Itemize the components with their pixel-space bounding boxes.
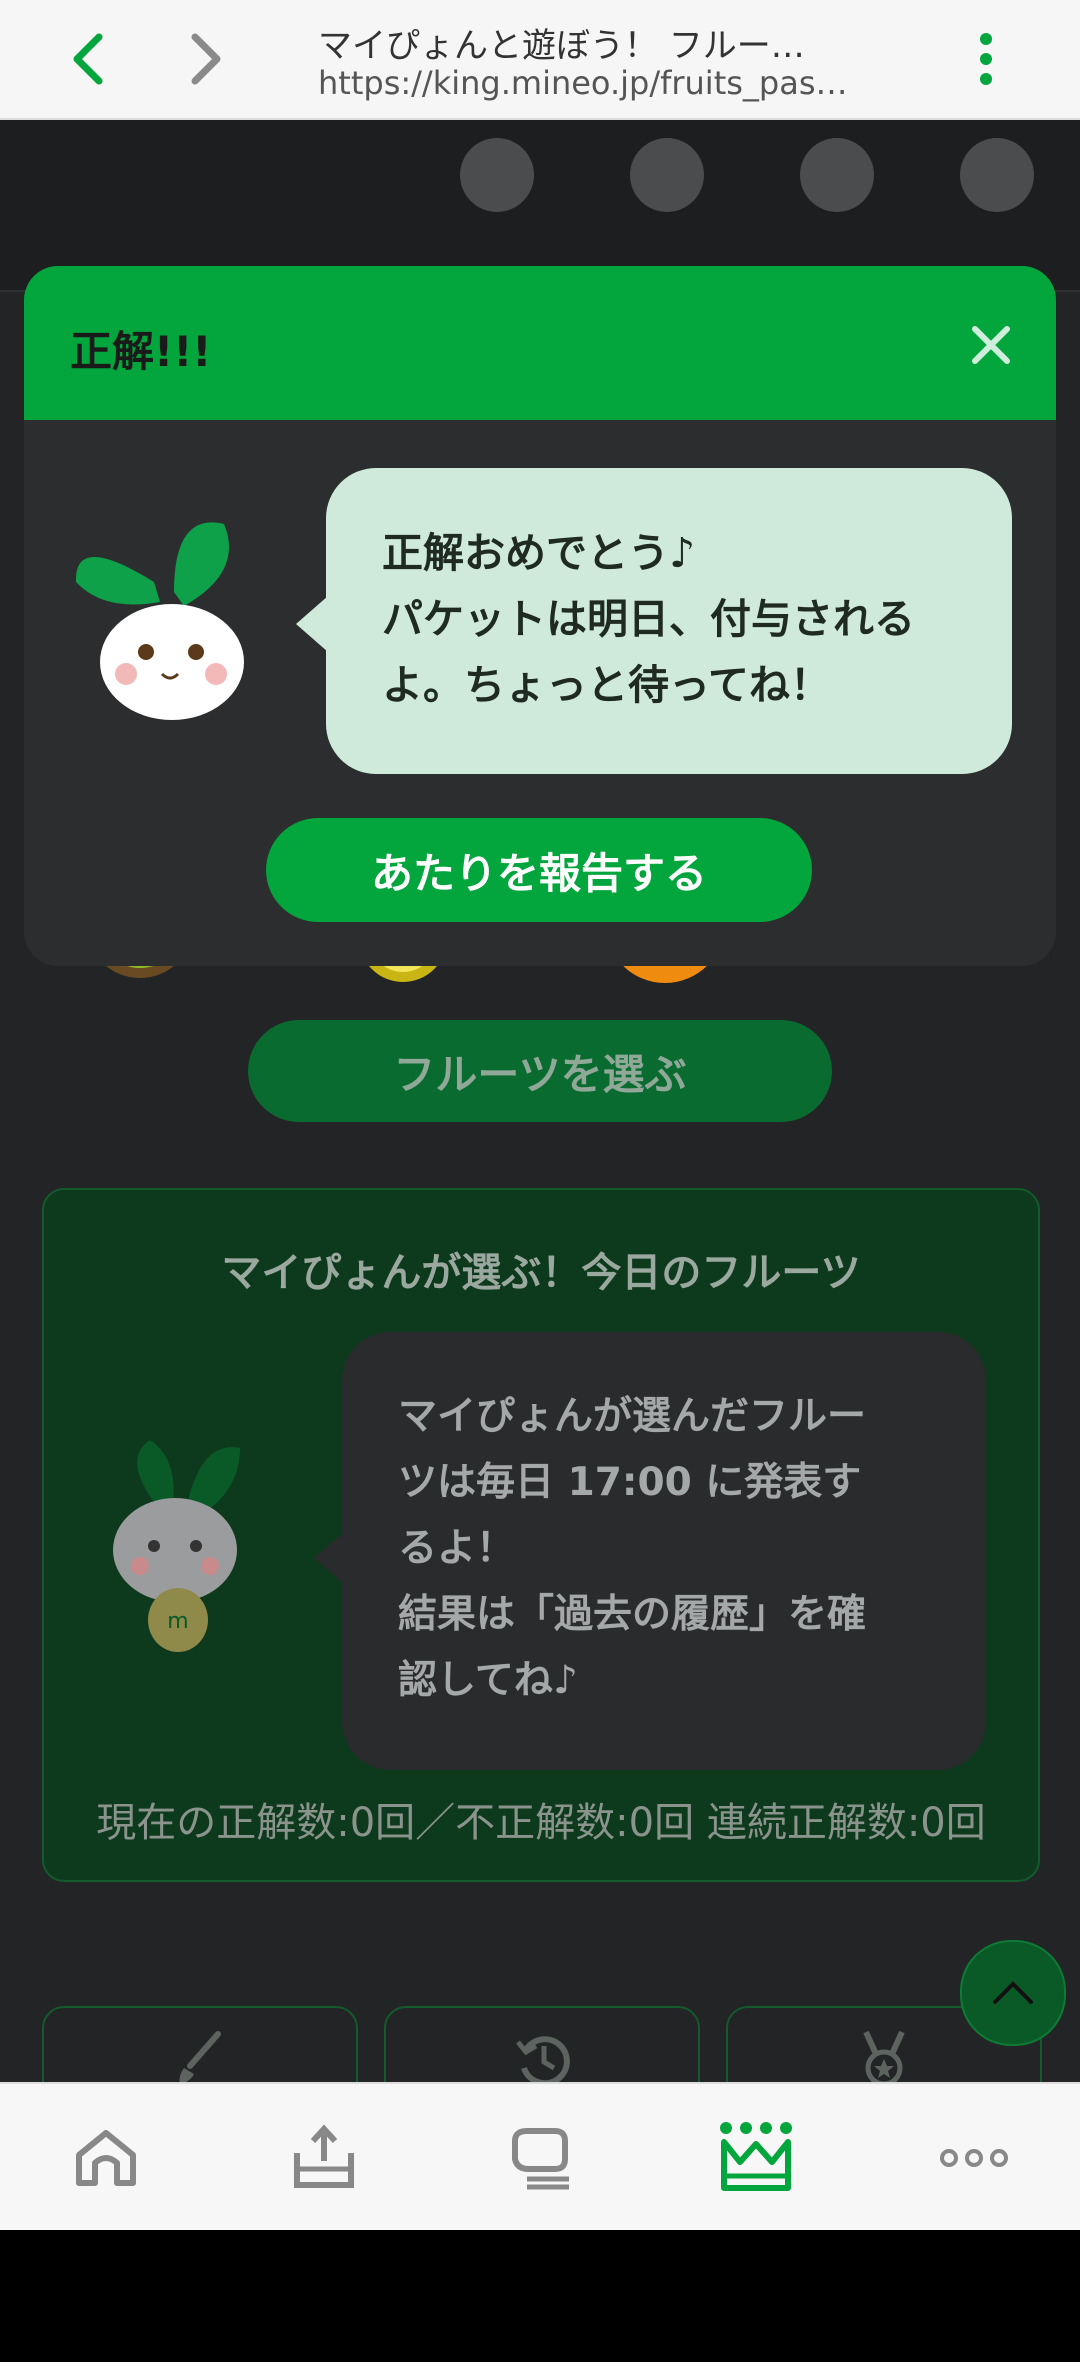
modal-title: 正解!!! — [70, 327, 212, 376]
browser-bar: マイぴょんと遊ぼう！ フルー… https://king.mineo.jp/fr… — [0, 0, 1080, 120]
crown-icon[interactable] — [716, 2118, 796, 2198]
header-avatar-icon — [630, 138, 704, 212]
report-win-button[interactable]: あたりを報告する — [266, 818, 812, 922]
today-bubble-text: マイぴょんが選んだフルー ツは毎日 17:00 に発表す るよ！ 結果は「過去の… — [398, 1394, 867, 1703]
close-icon[interactable] — [962, 316, 1020, 374]
modal-speech-bubble: 正解おめでとう♪ パケットは明日、付与される よ。ちょっと待ってね！ — [296, 468, 1012, 774]
mascot-rabbit-icon: m — [100, 1420, 260, 1660]
answer-stats: 現在の正解数:0回／不正解数:0回 連続正解数:0回 — [96, 1800, 986, 1846]
modal-bubble-text: 正解おめでとう♪ パケットは明日、付与される よ。ちょっと待ってね！ — [382, 529, 915, 709]
header-avatar-icon — [960, 138, 1034, 212]
brush-icon — [170, 2028, 230, 2082]
url-text[interactable]: https://king.mineo.jp/fruits_pas… — [318, 64, 848, 102]
page-content: フルーツを選ぶ マイぴょんが選ぶ！今日のフルーツ m マイぴょんが選んだフルー … — [0, 120, 1080, 2082]
svg-text:m: m — [167, 1609, 188, 1634]
choose-fruit-button[interactable]: フルーツを選ぶ — [248, 1020, 832, 1122]
medal-icon — [854, 2028, 914, 2082]
bottom-nav — [0, 2082, 1080, 2232]
home-icon[interactable] — [66, 2118, 146, 2198]
menu-card-brush[interactable] — [42, 2006, 358, 2082]
mascot-rabbit-icon — [64, 502, 264, 732]
back-arrow-icon[interactable] — [52, 24, 122, 94]
history-icon — [512, 2028, 572, 2082]
today-fruit-card: マイぴょんが選ぶ！今日のフルーツ m マイぴょんが選んだフルー ツは毎日 17:… — [42, 1188, 1040, 1882]
result-modal: 正解!!! 正解おめでとう♪ パケットは明日、付与される よ。ちょっと待ってね！… — [24, 266, 1056, 966]
more-icon[interactable] — [934, 2118, 1014, 2198]
modal-header: 正解!!! — [24, 266, 1056, 420]
system-nav-bar — [0, 2230, 1080, 2362]
header-avatar-icon — [800, 138, 874, 212]
scroll-top-button[interactable] — [960, 1940, 1066, 2046]
menu-card-history[interactable] — [384, 2006, 700, 2082]
page-title[interactable]: マイぴょんと遊ぼう！ フルー… — [318, 18, 805, 67]
upload-icon[interactable] — [284, 2118, 364, 2198]
more-vertical-icon[interactable] — [956, 24, 1016, 94]
header-avatar-icon — [460, 138, 534, 212]
today-title: マイぴょんが選ぶ！今日のフルーツ — [221, 1250, 861, 1296]
chevron-up-icon — [993, 1981, 1033, 2004]
forward-arrow-icon[interactable] — [172, 24, 242, 94]
chat-icon[interactable] — [500, 2118, 580, 2198]
today-speech-bubble: マイぴょんが選んだフルー ツは毎日 17:00 に発表す るよ！ 結果は「過去の… — [314, 1332, 986, 1770]
